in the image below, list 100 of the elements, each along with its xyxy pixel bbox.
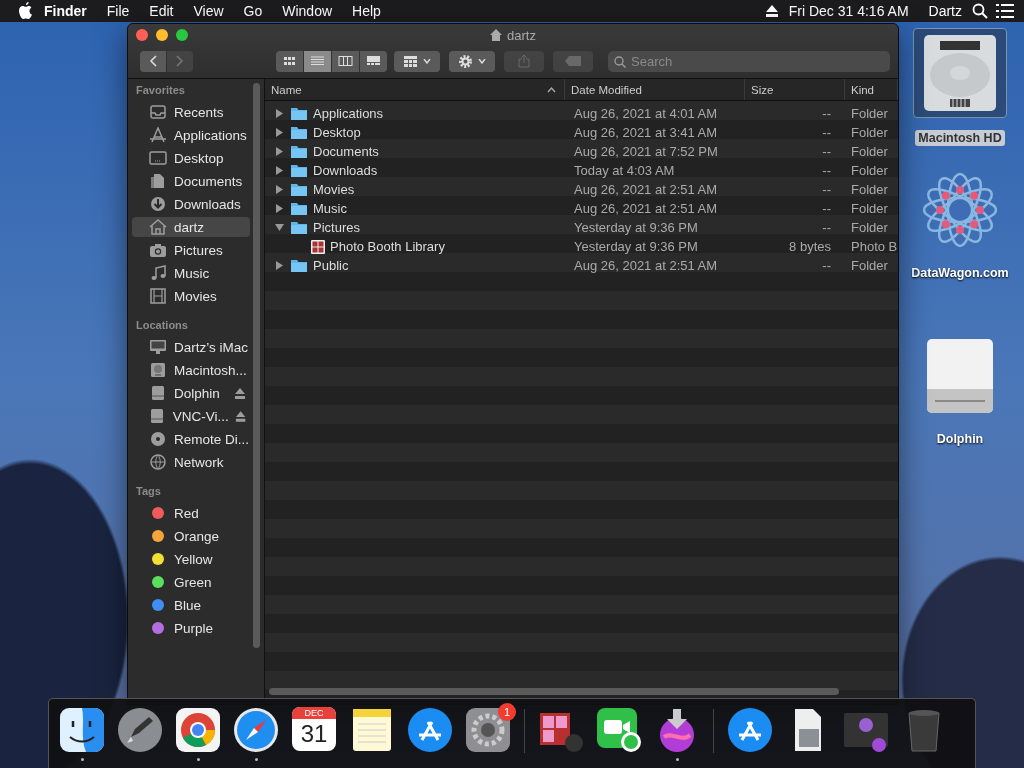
app-letter-icon[interactable] (407, 707, 453, 753)
sidebar-item[interactable]: Pictures (132, 240, 250, 260)
kind-cell-text: Folder (850, 106, 889, 121)
sidebar-item[interactable]: Recents (132, 102, 250, 122)
chevron-left-icon (149, 55, 157, 67)
column-header[interactable]: Date Modified (565, 79, 745, 100)
sidebar-item[interactable]: dartz (132, 217, 250, 237)
sidebar-item[interactable]: Remote Di... (132, 429, 250, 449)
sidebar-item[interactable]: Red (132, 503, 250, 523)
column-header[interactable]: Size (745, 79, 845, 100)
list-menu-icon[interactable] (996, 4, 1014, 18)
disclosure-triangle-icon[interactable] (274, 185, 284, 194)
disclosure-triangle-icon[interactable] (274, 223, 284, 232)
user-menu[interactable]: Dartz (918, 3, 972, 19)
gear-icon[interactable] (465, 707, 511, 753)
date-cell-text: Aug 26, 2021 at 7:52 PM (573, 144, 719, 159)
action-button[interactable] (449, 50, 495, 72)
scrollbar[interactable] (269, 688, 839, 695)
file-name[interactable]: Desktop (313, 125, 361, 140)
disclosure-triangle-icon[interactable] (274, 147, 284, 156)
view-mode-button[interactable] (276, 50, 303, 72)
app-menu[interactable]: Finder (34, 3, 97, 19)
menu-item[interactable]: Go (233, 3, 273, 19)
sidebar-item[interactable]: Movies (132, 286, 250, 306)
size-cell-text: -- (821, 201, 832, 216)
group-button[interactable] (394, 50, 440, 72)
columns-icon (338, 54, 353, 68)
download-icon (149, 196, 167, 212)
menu-item[interactable]: File (96, 3, 140, 19)
sidebar-item[interactable]: Music (132, 263, 250, 283)
app-letter-icon[interactable] (727, 707, 773, 753)
sidebar-item[interactable]: Purple (132, 618, 250, 638)
sidebar-item[interactable]: Dartz’s iMac (132, 337, 250, 357)
menubar-clock[interactable]: Fri Dec 31 4:16 AM (778, 3, 919, 19)
gallery-icon (366, 54, 381, 68)
file-name[interactable]: Movies (313, 182, 355, 197)
sidebar-item[interactable]: Dolphin (132, 383, 250, 403)
sidebar-item[interactable]: Network (132, 452, 250, 472)
sidebar-item[interactable]: Orange (132, 526, 250, 546)
menu-item[interactable]: View (183, 3, 234, 19)
sidebar-item[interactable]: Applications (132, 125, 250, 145)
file-name[interactable]: Photo Booth Library (330, 239, 445, 254)
disclosure-triangle-icon[interactable] (274, 166, 284, 175)
eject-icon[interactable] (764, 5, 779, 17)
size-cell-text: -- (821, 144, 832, 159)
sidebar-item[interactable]: Blue (132, 595, 250, 615)
photo-grid-icon (311, 239, 325, 254)
date-cell-text: Aug 26, 2021 at 3:41 AM (573, 125, 719, 140)
sidebar-item[interactable]: Yellow (132, 549, 250, 569)
zoom-button[interactable] (176, 29, 188, 41)
file-name[interactable]: Pictures (313, 220, 360, 235)
view-mode-button[interactable] (304, 50, 331, 72)
sidebar-item[interactable]: VNC-Vi... (132, 406, 250, 426)
close-button[interactable] (136, 29, 148, 41)
desktop-icon-label[interactable]: Dolphin (933, 431, 987, 447)
disc-icon (149, 431, 167, 447)
sidebar-item[interactable]: Documents (132, 171, 250, 191)
menu-item[interactable]: Edit (139, 3, 184, 19)
gear-icon (458, 53, 473, 69)
column-header[interactable]: Kind (845, 79, 898, 100)
disclosure-triangle-icon[interactable] (274, 204, 284, 213)
search-field[interactable]: Search (608, 50, 890, 72)
color-wheel-icon[interactable] (175, 707, 221, 753)
tray-icon (149, 104, 167, 120)
disclosure-triangle-icon[interactable] (274, 261, 284, 270)
menu-item[interactable]: Window (272, 3, 343, 19)
disclosure-triangle-icon[interactable] (274, 128, 284, 137)
calendar-icon[interactable]: DEC 31 (292, 707, 336, 751)
face-icon[interactable] (59, 707, 105, 753)
house-icon (490, 29, 503, 41)
date-cell-text: Aug 26, 2021 at 2:51 AM (573, 182, 719, 197)
view-mode-button[interactable] (332, 50, 359, 72)
size-cell-text: -- (821, 220, 832, 235)
file-name[interactable]: Downloads (313, 163, 378, 178)
sidebar-item[interactable]: Downloads (132, 194, 250, 214)
date-cell-text: Yesterday at 9:36 PM (573, 220, 699, 235)
date-cell-text: Aug 26, 2021 at 4:01 AM (573, 106, 719, 121)
section-heading: Favorites (135, 83, 185, 98)
column-header[interactable]: Name (265, 79, 565, 100)
sidebar-item[interactable]: Desktop (132, 148, 250, 168)
desktop-icon-label[interactable]: Macintosh HD (915, 130, 1005, 146)
apple-icon[interactable] (18, 2, 34, 20)
file-name[interactable]: Public (313, 258, 349, 273)
compass-icon[interactable] (233, 707, 279, 753)
file-name[interactable]: Applications (313, 106, 384, 121)
scrollbar[interactable] (253, 83, 260, 648)
letter-a-icon (149, 127, 167, 143)
sidebar-item[interactable]: Green (132, 572, 250, 592)
file-name[interactable]: Music (313, 201, 347, 216)
view-mode-button[interactable] (360, 50, 387, 72)
disclosure-triangle-icon[interactable] (274, 109, 284, 118)
search-icon[interactable] (972, 3, 988, 19)
sidebar-item[interactable]: Macintosh... (132, 360, 250, 380)
menu-item[interactable]: Help (342, 3, 391, 19)
video-camera-icon[interactable] (596, 707, 642, 753)
desktop-icon-label[interactable]: DataWagon.com (908, 265, 1012, 281)
caret-icon (478, 58, 486, 64)
file-name[interactable]: Documents (313, 144, 379, 159)
minimize-button[interactable] (156, 29, 168, 41)
back-button[interactable] (140, 50, 166, 72)
